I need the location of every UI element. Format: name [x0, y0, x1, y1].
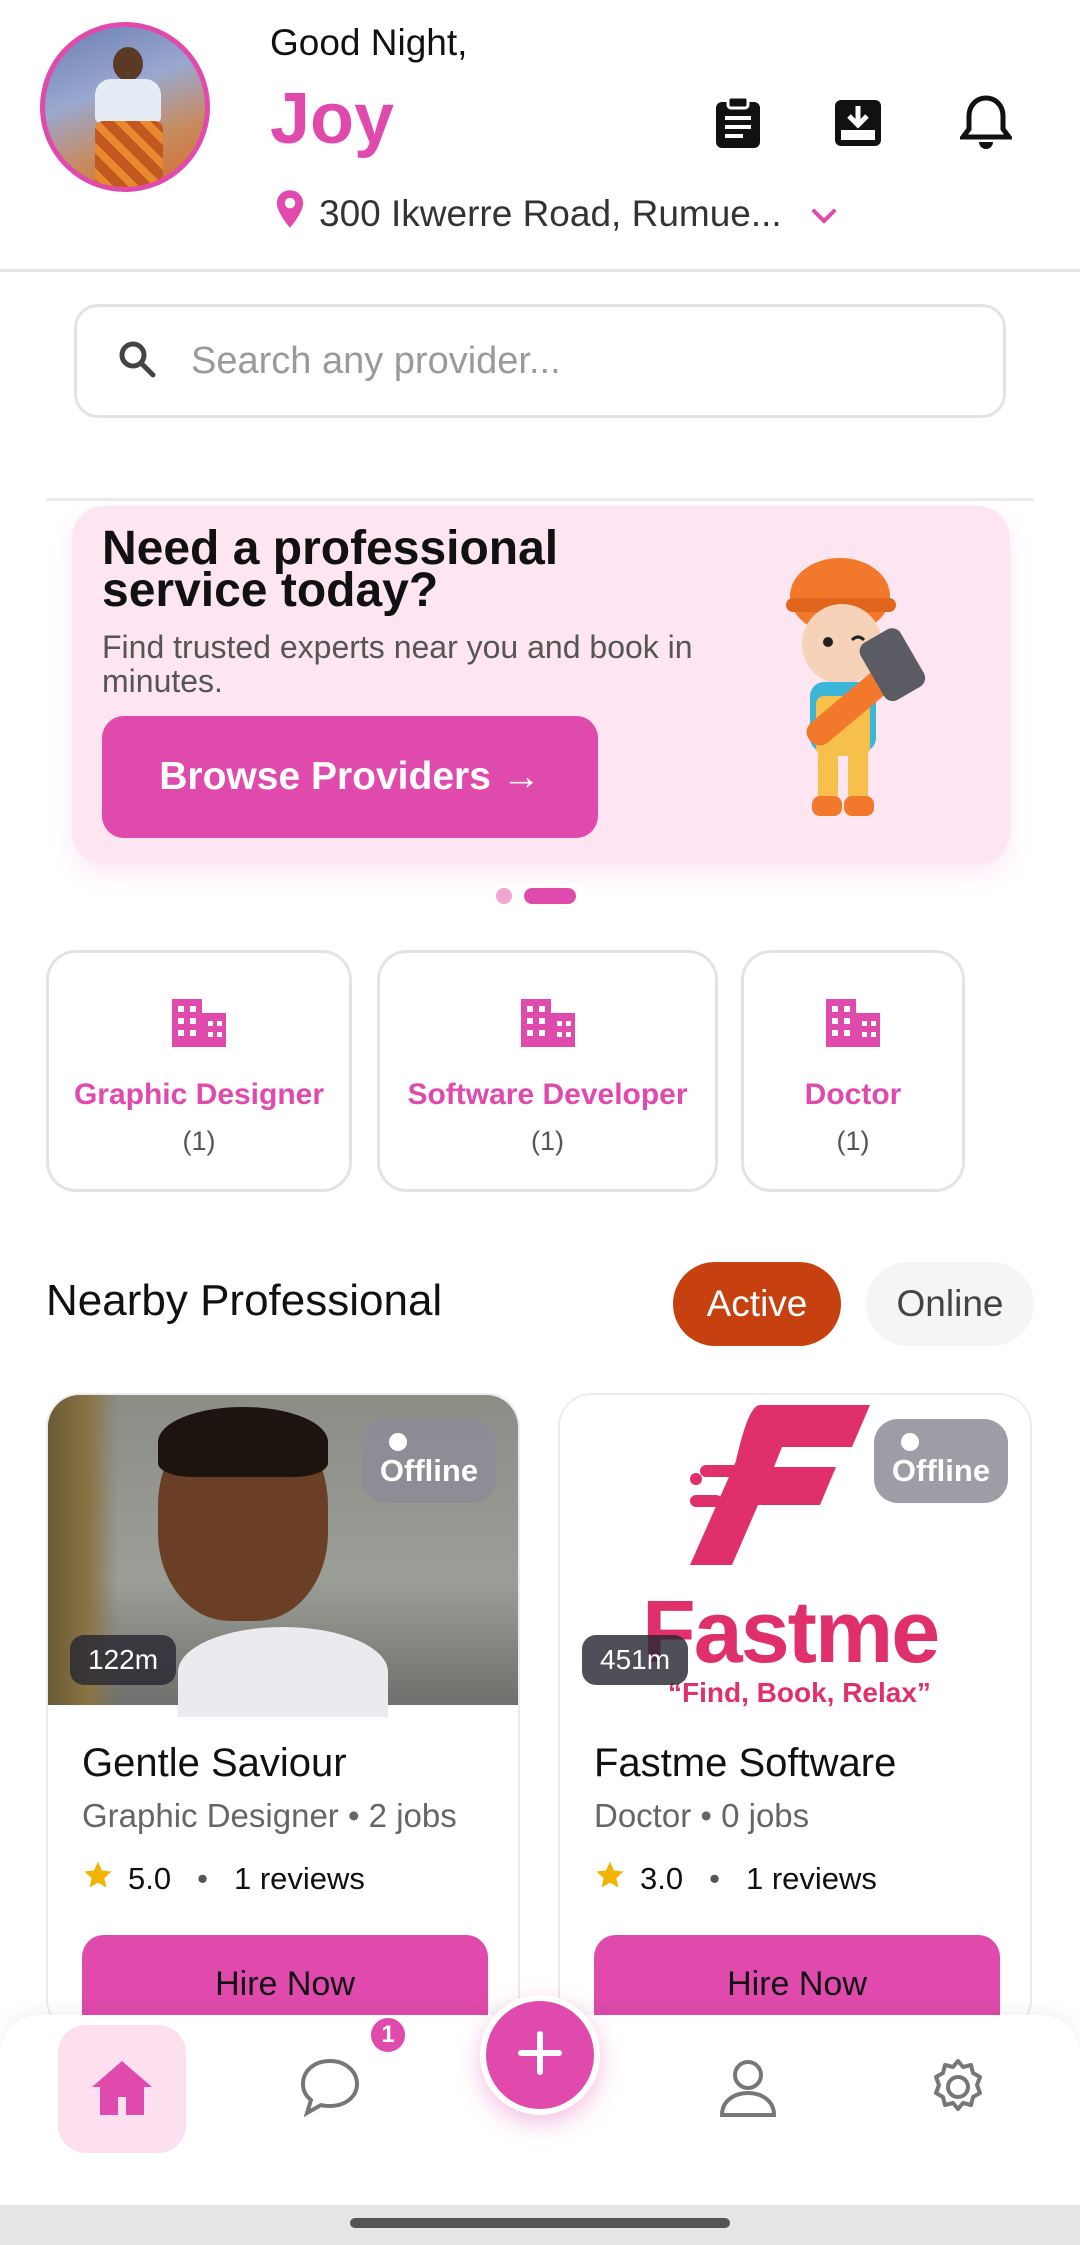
promo-banner[interactable]: Need a professional service today? Find … — [72, 506, 1010, 864]
divider — [46, 498, 1034, 501]
add-button[interactable] — [480, 1995, 600, 2115]
section-title: Nearby Professional — [46, 1276, 443, 1325]
chevron-down-icon — [810, 193, 838, 235]
building-icon — [170, 997, 228, 1054]
category-card-software-developer[interactable]: Software Developer (1) — [377, 950, 718, 1192]
location-text: 300 Ikwerre Road, Rumue... — [319, 192, 782, 234]
separator-dot: • — [197, 1861, 208, 1896]
search-placeholder: Search any provider... — [191, 339, 561, 382]
plus-icon — [515, 2028, 565, 2083]
status-text: Offline — [891, 1453, 991, 1488]
building-icon — [824, 997, 882, 1054]
bottom-navigation: 1 — [0, 1995, 1080, 2205]
chat-badge: 1 — [368, 2015, 408, 2055]
nav-home[interactable] — [58, 2025, 186, 2153]
logo-tagline: “Find, Book, Relax” — [668, 1677, 931, 1708]
status-badge: Offline — [874, 1419, 1008, 1503]
rating-value: 3.0 — [640, 1861, 684, 1896]
category-card-doctor[interactable]: Doctor (1) — [741, 950, 965, 1192]
category-count: (1) — [182, 1126, 216, 1156]
nav-settings[interactable] — [918, 2049, 998, 2129]
carousel-dot[interactable] — [496, 888, 512, 904]
nav-profile[interactable] — [708, 2049, 788, 2129]
gesture-handle[interactable] — [350, 2218, 730, 2228]
rating-value: 5.0 — [128, 1861, 172, 1896]
carousel-dot-active[interactable] — [524, 888, 576, 904]
category-card-graphic-designer[interactable]: Graphic Designer (1) — [46, 950, 352, 1192]
provider-name: Fastme Software — [594, 1741, 897, 1785]
provider-rating: 5.0 • 1 reviews — [82, 1859, 365, 1899]
user-name: Joy — [270, 79, 395, 159]
chat-bubble-icon — [299, 2057, 361, 2122]
provider-name: Gentle Saviour — [82, 1741, 347, 1785]
provider-card[interactable]: Fastme “Find, Book, Relax” Offline 451m … — [558, 1393, 1032, 2033]
home-icon — [90, 2057, 154, 2122]
distance-badge: 122m — [70, 1635, 177, 1685]
avatar[interactable] — [40, 22, 210, 192]
filter-active-button[interactable]: Active — [673, 1262, 841, 1346]
app-header: Good Night, Joy 300 Ikwerre Road, Rumue.… — [0, 0, 1080, 272]
location-selector[interactable]: 300 Ikwerre Road, Rumue... — [275, 190, 838, 237]
provider-rating: 3.0 • 1 reviews — [594, 1859, 877, 1899]
carousel-indicator[interactable] — [496, 888, 576, 904]
worker-illustration — [786, 558, 926, 816]
download-box-icon[interactable] — [830, 95, 886, 151]
provider-meta: Doctor • 0 jobs — [594, 1797, 810, 1834]
nav-chat[interactable] — [290, 2049, 370, 2129]
clipboard-icon[interactable] — [710, 95, 766, 151]
distance-badge: 451m — [582, 1635, 689, 1685]
status-text: Offline — [379, 1453, 479, 1488]
search-input[interactable]: Search any provider... — [74, 304, 1006, 418]
building-icon — [519, 997, 577, 1054]
location-pin-icon — [275, 190, 305, 237]
banner-subtitle: Find trusted experts near you and book i… — [102, 629, 693, 699]
fastme-logo-icon — [690, 1405, 870, 1565]
review-count: 1 reviews — [233, 1861, 365, 1896]
category-name: Graphic Designer — [73, 1078, 325, 1111]
category-count: (1) — [836, 1126, 870, 1156]
star-icon — [594, 1859, 626, 1899]
greeting-text: Good Night, — [270, 22, 468, 63]
review-count: 1 reviews — [745, 1861, 877, 1896]
star-icon — [82, 1859, 114, 1899]
provider-card[interactable]: Offline 122m Gentle Saviour Graphic Desi… — [46, 1393, 520, 2033]
gear-icon — [928, 2057, 988, 2122]
browse-providers-button[interactable]: Browse Providers → — [102, 716, 598, 838]
bell-icon[interactable] — [958, 95, 1014, 151]
provider-meta: Graphic Designer • 2 jobs — [82, 1797, 457, 1834]
category-count: (1) — [531, 1126, 564, 1156]
category-name: Doctor — [804, 1078, 902, 1111]
user-icon — [718, 2057, 778, 2122]
filter-online-button[interactable]: Online — [866, 1262, 1034, 1346]
category-name: Software Developer — [407, 1078, 688, 1111]
separator-dot: • — [709, 1861, 720, 1896]
search-icon — [117, 339, 157, 384]
banner-title: Need a professional service today? — [102, 522, 559, 617]
status-badge: Offline — [362, 1419, 496, 1503]
